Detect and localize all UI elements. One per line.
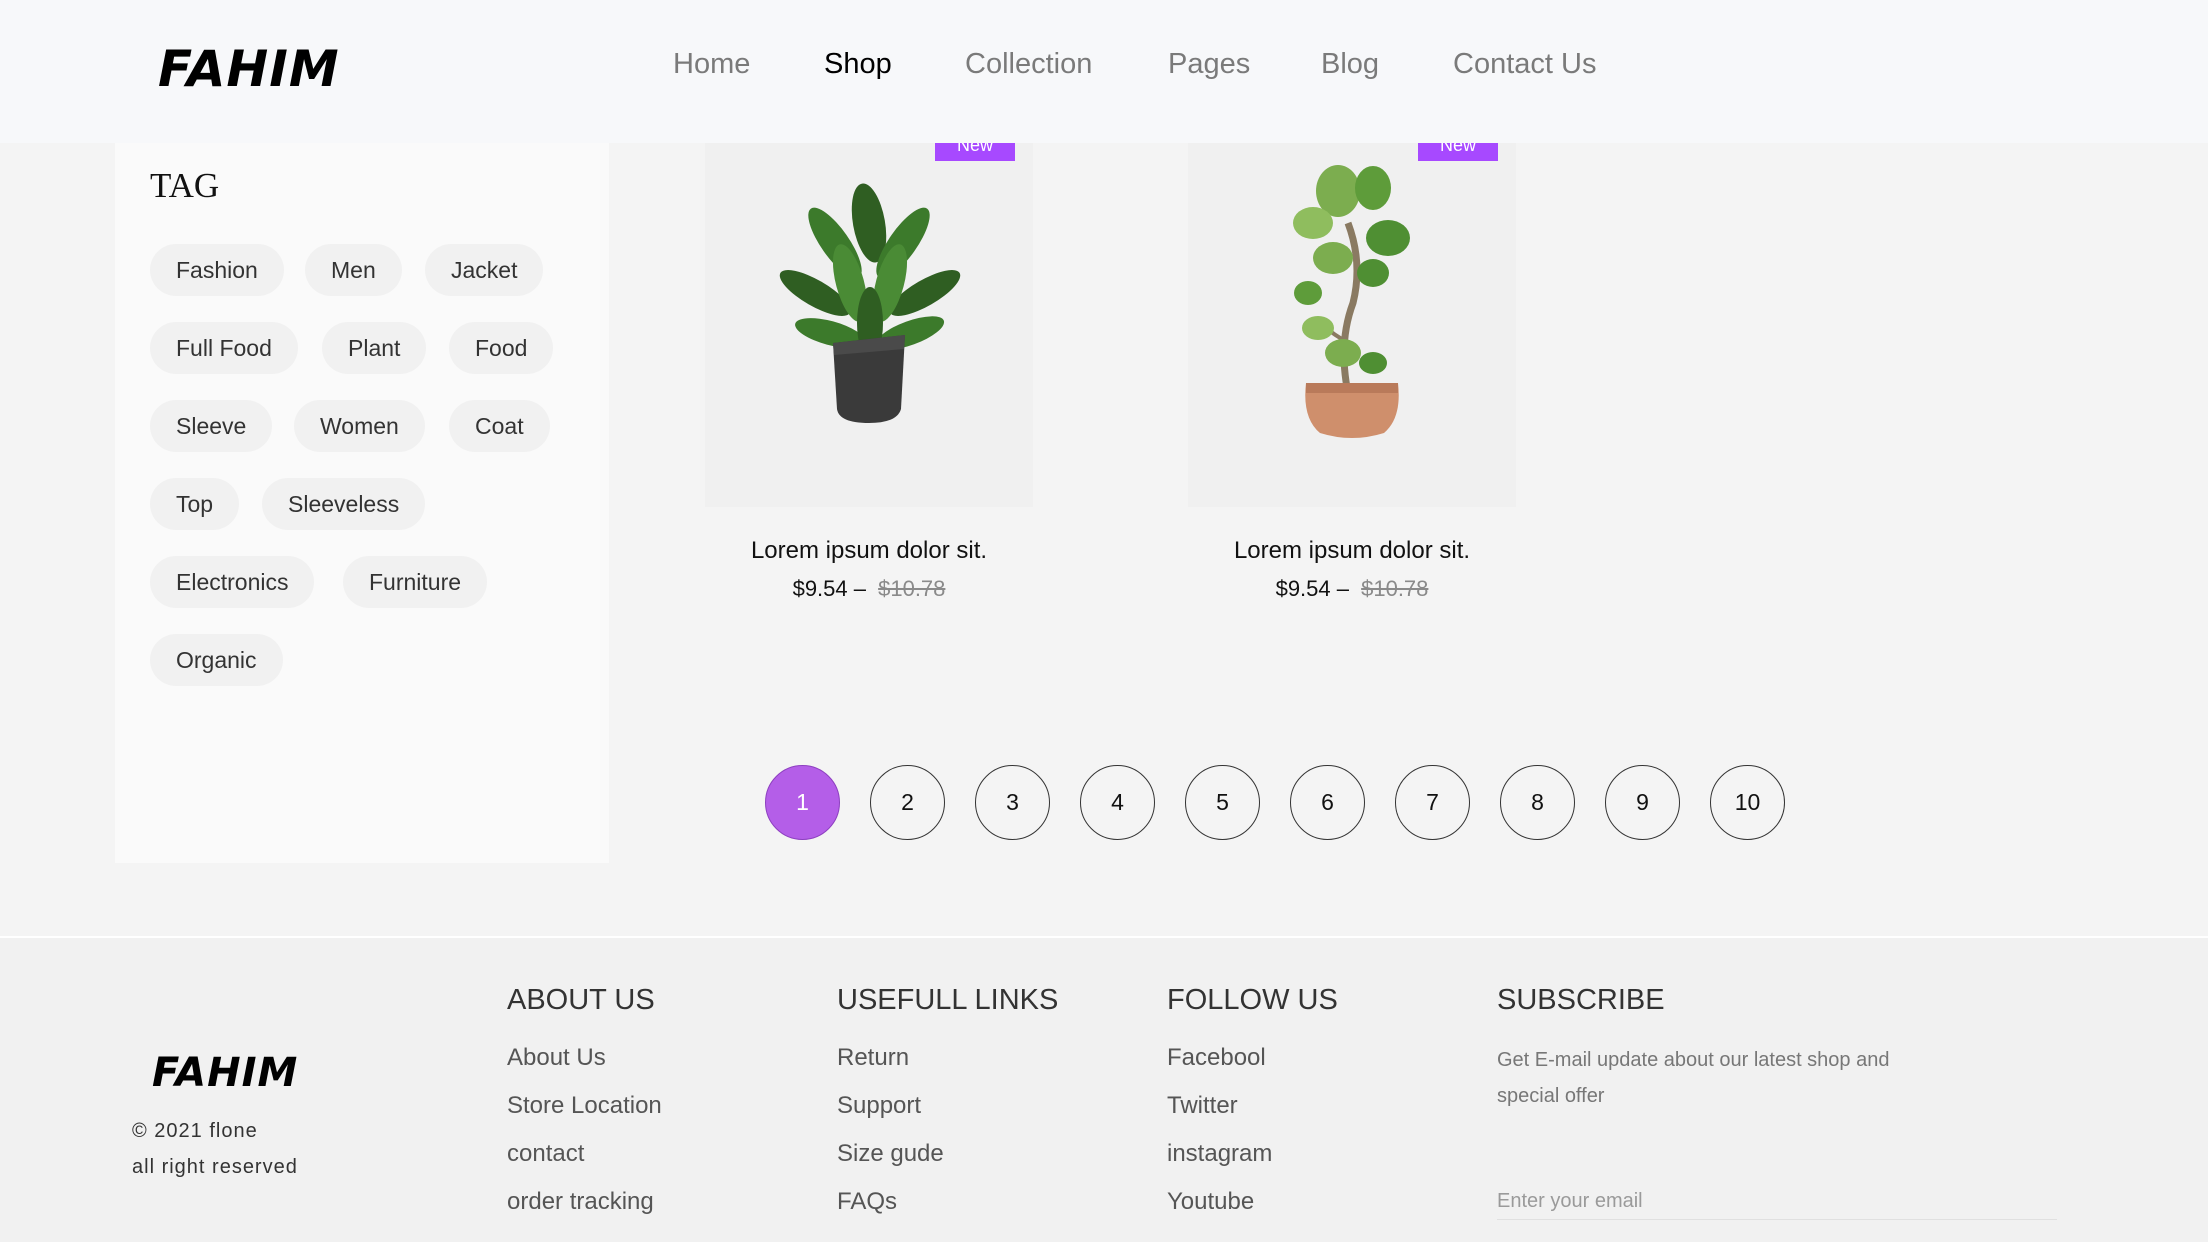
plant-dark-pot-icon <box>779 183 961 423</box>
subscribe-title: SUBSCRIBE <box>1497 984 1665 1016</box>
page-button-8[interactable]: 8 <box>1500 765 1575 840</box>
nav-pages[interactable]: Pages <box>1168 48 1250 81</box>
product-price: $9.54 – $10.78 <box>792 576 946 601</box>
tag-sleeve[interactable]: Sleeve <box>150 400 273 452</box>
tag-electronics[interactable]: Electronics <box>150 556 315 608</box>
page-button-2[interactable]: 2 <box>870 765 945 840</box>
page-button-5[interactable]: 5 <box>1185 765 1260 840</box>
tag-furniture[interactable]: Furniture <box>343 556 488 608</box>
useful-links-title: USEFULL LINKS <box>837 984 1059 1016</box>
copyright-year: © 2021 flone <box>132 1120 258 1142</box>
footer-link-instagram[interactable]: instagram <box>1167 1140 1272 1168</box>
tag-title: TAG <box>150 166 220 205</box>
tag-sleeveless[interactable]: Sleeveless <box>262 478 426 530</box>
tag-top[interactable]: Top <box>150 478 240 530</box>
subscribe-description: Get E-mail update about our latest shop … <box>1497 1049 1890 1107</box>
product-image[interactable]: New <box>705 136 1033 507</box>
about-us-title: ABOUT US <box>507 984 655 1016</box>
page-button-10[interactable]: 10 <box>1710 765 1785 840</box>
tag-jacket[interactable]: Jacket <box>425 244 544 296</box>
product-image[interactable]: New <box>1188 136 1516 507</box>
product-card[interactable]: New Lorem ipsum dolor sit. $9.54 – $10.7… <box>1188 136 1516 601</box>
old-price: $10.78 <box>1361 576 1429 601</box>
tag-men[interactable]: Men <box>305 244 402 296</box>
product-price: $9.54 – $10.78 <box>1275 576 1429 601</box>
nav-home[interactable]: Home <box>673 48 750 81</box>
page-button-4[interactable]: 4 <box>1080 765 1155 840</box>
page-button-3[interactable]: 3 <box>975 765 1050 840</box>
tag-full-food[interactable]: Full Food <box>150 322 298 374</box>
current-price: $9.54 <box>1275 576 1331 601</box>
footer-logo[interactable]: FAHIM <box>152 1050 298 1096</box>
tag-plant[interactable]: Plant <box>322 322 427 374</box>
tag-coat[interactable]: Coat <box>449 400 550 452</box>
follow-us-title: FOLLOW US <box>1167 984 1338 1016</box>
plant-terracotta-pot-icon <box>1293 165 1410 438</box>
footer-link-support[interactable]: Support <box>837 1092 921 1120</box>
tag-organic[interactable]: Organic <box>150 634 283 686</box>
tag-food[interactable]: Food <box>449 322 554 374</box>
site-logo[interactable]: FAHIM <box>158 40 340 98</box>
site-header: FAHIM Home Shop Collection Pages Blog Co… <box>0 0 2208 143</box>
product-name[interactable]: Lorem ipsum dolor sit. <box>705 537 1033 565</box>
product-name[interactable]: Lorem ipsum dolor sit. <box>1188 537 1516 565</box>
footer-link-about-us[interactable]: About Us <box>507 1044 606 1072</box>
page-button-6[interactable]: 6 <box>1290 765 1365 840</box>
nav-contact-us[interactable]: Contact Us <box>1453 48 1596 81</box>
footer-link-facebook[interactable]: Facebool <box>1167 1044 1266 1072</box>
tag-sidebar: TAG Fashion Men Jacket Full Food Plant F… <box>115 143 609 863</box>
footer-link-faqs[interactable]: FAQs <box>837 1188 897 1216</box>
product-card[interactable]: New Lorem ipsum dolor sit. $9.54 – $10.7… <box>705 136 1033 601</box>
nav-collection[interactable]: Collection <box>965 48 1092 81</box>
footer-link-youtube[interactable]: Youtube <box>1167 1188 1254 1216</box>
copyright-rights: all right reserved <box>132 1156 298 1178</box>
tag-women[interactable]: Women <box>294 400 425 452</box>
old-price: $10.78 <box>878 576 946 601</box>
footer-link-store-location[interactable]: Store Location <box>507 1092 662 1120</box>
nav-shop[interactable]: Shop <box>824 48 892 81</box>
footer-link-size-guide[interactable]: Size gude <box>837 1140 944 1168</box>
footer-link-order-tracking[interactable]: order tracking <box>507 1188 654 1216</box>
current-price: $9.54 <box>792 576 848 601</box>
site-footer: FAHIM © 2021 flone all right reserved AB… <box>0 936 2208 1242</box>
nav-blog[interactable]: Blog <box>1321 48 1379 81</box>
page-button-9[interactable]: 9 <box>1605 765 1680 840</box>
tag-fashion[interactable]: Fashion <box>150 244 284 296</box>
email-input[interactable] <box>1497 1184 2057 1220</box>
footer-link-return[interactable]: Return <box>837 1044 909 1072</box>
footer-link-twitter[interactable]: Twitter <box>1167 1092 1238 1120</box>
page-button-7[interactable]: 7 <box>1395 765 1470 840</box>
footer-link-contact[interactable]: contact <box>507 1140 584 1168</box>
page-button-1[interactable]: 1 <box>765 765 840 840</box>
